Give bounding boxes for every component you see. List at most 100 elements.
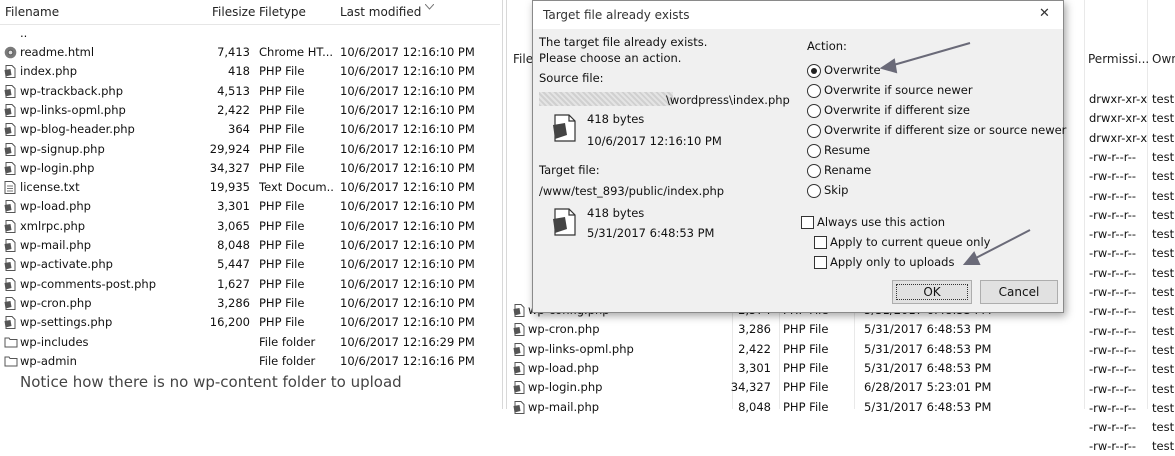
file-row[interactable]: wp-admin File folder 10/6/2017 12:16:16 PM bbox=[0, 352, 500, 371]
file-owner: test bbox=[1152, 92, 1175, 106]
file-name: wp-mail.php bbox=[20, 238, 92, 252]
file-type: PHP File bbox=[259, 160, 305, 175]
remote-file-row[interactable]: wp-cron.php 3,286 PHP File 5/31/2017 6:48:5… bbox=[507, 320, 1175, 339]
radio-button[interactable] bbox=[807, 184, 821, 198]
php-file-icon bbox=[4, 239, 16, 252]
radio-button[interactable] bbox=[807, 64, 821, 78]
column-header-filetype[interactable]: Filetype bbox=[259, 0, 306, 24]
action-option-rename[interactable]: Rename bbox=[807, 163, 1057, 179]
action-option-overwrite-if-different-size-or-source-newer[interactable]: Overwrite if different size or source ne… bbox=[807, 123, 1066, 139]
file-type: PHP File bbox=[783, 399, 829, 414]
file-row[interactable]: wp-signup.php 29,924 PHP File 10/6/2017 12:… bbox=[0, 140, 500, 159]
column-header-filename[interactable]: Filename bbox=[5, 0, 59, 24]
file-permissions: -rw-r--r-- bbox=[1089, 227, 1137, 242]
php-file-icon bbox=[513, 342, 525, 356]
file-type: File folder bbox=[259, 353, 316, 368]
file-type: PHP File bbox=[259, 199, 305, 214]
file-row[interactable]: wp-mail.php 8,048 PHP File 10/6/2017 12:16:… bbox=[0, 236, 500, 255]
remote-column-header-filename[interactable]: File bbox=[513, 48, 533, 70]
apply-queue-checkbox[interactable] bbox=[814, 236, 827, 249]
ok-button[interactable]: OK bbox=[892, 280, 972, 304]
file-size: 418 bbox=[228, 64, 250, 79]
file-row[interactable]: license.txt 19,935 Text Docum... 10/6/2017 … bbox=[0, 178, 500, 197]
file-size: 3,065 bbox=[217, 218, 250, 233]
file-row[interactable]: xmlrpc.php 3,065 PHP File 10/6/2017 12:16:1… bbox=[0, 217, 500, 236]
parent-directory-row[interactable]: .. bbox=[0, 24, 500, 43]
file-row[interactable]: wp-settings.php 16,200 PHP File 10/6/2017 1… bbox=[0, 313, 500, 332]
file-type: PHP File bbox=[259, 257, 305, 272]
remote-column-header-owner[interactable]: Own bbox=[1152, 48, 1175, 70]
source-file-path: \wordpress\index.php bbox=[666, 93, 790, 107]
remote-file-row[interactable]: wp-login.php 34,327 PHP File 6/28/2017 5:23… bbox=[507, 378, 1175, 397]
remote-row-perm[interactable]: -rw-r--r-- test bbox=[507, 437, 1175, 456]
column-header-last-modified[interactable]: Last modified bbox=[340, 0, 421, 24]
file-name: wp-cron.php bbox=[20, 295, 92, 310]
file-row[interactable]: wp-links-opml.php 2,422 PHP File 10/6/2017 … bbox=[0, 101, 500, 120]
target-file-size: 418 bytes bbox=[587, 206, 645, 220]
file-owner: test bbox=[1152, 285, 1175, 299]
file-name: wp-trackback.php bbox=[20, 83, 123, 98]
action-option-overwrite-if-different-size[interactable]: Overwrite if different size bbox=[807, 103, 1057, 119]
file-modified: 10/6/2017 12:16:10 PM bbox=[340, 180, 475, 195]
file-row[interactable]: index.php 418 PHP File 10/6/2017 12:16:10 P… bbox=[0, 62, 500, 81]
action-option-overwrite-if-source-newer[interactable]: Overwrite if source newer bbox=[807, 83, 1057, 99]
file-permissions: -rw-r--r-- bbox=[1089, 149, 1137, 164]
file-row[interactable]: wp-trackback.php 4,513 PHP File 10/6/2017 1… bbox=[0, 82, 500, 101]
file-owner: test bbox=[1152, 149, 1175, 164]
file-type: PHP File bbox=[783, 322, 829, 337]
file-name: wp-signup.php bbox=[20, 141, 105, 156]
action-option-resume[interactable]: Resume bbox=[807, 143, 1057, 159]
close-icon[interactable]: ✕ bbox=[1039, 6, 1050, 21]
file-permissions: drwxr-xr-x bbox=[1089, 111, 1147, 126]
radio-button[interactable] bbox=[807, 144, 821, 158]
file-type: PHP File bbox=[259, 238, 305, 252]
dialog-message-line1: The target file already exists. bbox=[539, 35, 708, 49]
file-row[interactable]: wp-blog-header.php 364 PHP File 10/6/2017 1… bbox=[0, 120, 500, 139]
file-row[interactable]: readme.html 7,413 Chrome HT... 10/6/2017 12… bbox=[0, 43, 500, 62]
always-use-checkbox[interactable] bbox=[801, 216, 814, 229]
action-option-overwrite[interactable]: Overwrite bbox=[807, 63, 1057, 79]
file-row[interactable]: wp-load.php 3,301 PHP File 10/6/2017 12:16:… bbox=[0, 197, 500, 216]
radio-button[interactable] bbox=[807, 84, 821, 98]
file-row[interactable]: wp-comments-post.php 1,627 PHP File 10/6/20… bbox=[0, 275, 500, 294]
radio-button[interactable] bbox=[807, 124, 821, 138]
action-option-skip[interactable]: Skip bbox=[807, 183, 1057, 199]
remote-file-row[interactable]: wp-links-opml.php 2,422 PHP File 5/31/2017 … bbox=[507, 340, 1175, 359]
file-permissions: -rw-r--r-- bbox=[1089, 169, 1137, 184]
target-file-date: 5/31/2017 6:48:53 PM bbox=[587, 226, 715, 240]
file-modified: 5/31/2017 6:48:53 PM bbox=[864, 399, 992, 414]
file-name: wp-mail.php bbox=[528, 399, 600, 414]
file-size: 3,286 bbox=[217, 295, 250, 310]
file-permissions: -rw-r--r-- bbox=[1089, 439, 1137, 454]
file-row[interactable]: wp-activate.php 5,447 PHP File 10/6/2017 12… bbox=[0, 255, 500, 274]
radio-button[interactable] bbox=[807, 164, 821, 178]
file-owner: test bbox=[1152, 439, 1175, 454]
php-file-icon bbox=[4, 277, 16, 291]
file-modified: 10/6/2017 12:16:10 PM bbox=[340, 238, 475, 252]
remote-file-row[interactable]: wp-mail.php 8,048 PHP File 5/31/2017 6:48:5… bbox=[507, 398, 1175, 417]
action-option-label: Overwrite if different size or source ne… bbox=[824, 123, 1067, 137]
remote-file-row[interactable]: wp-load.php 3,301 PHP File 5/31/2017 6:48:5… bbox=[507, 359, 1175, 378]
cancel-button[interactable]: Cancel bbox=[980, 280, 1058, 304]
action-option-label: Overwrite bbox=[824, 63, 881, 77]
php-file-icon bbox=[513, 323, 525, 337]
file-modified: 5/31/2017 6:48:53 PM bbox=[864, 360, 992, 375]
file-size: 3,301 bbox=[738, 360, 771, 375]
file-owner: test bbox=[1152, 227, 1175, 242]
file-row[interactable]: wp-cron.php 3,286 PHP File 10/6/2017 12:16:… bbox=[0, 294, 500, 313]
file-type: PHP File bbox=[783, 360, 829, 375]
source-file-label: Source file: bbox=[539, 71, 604, 85]
php-file-icon bbox=[513, 361, 525, 375]
apply-uploads-checkbox[interactable] bbox=[814, 256, 827, 269]
parent-directory-label: .. bbox=[20, 26, 28, 40]
action-label: Action: bbox=[807, 39, 847, 53]
file-type: PHP File bbox=[783, 380, 829, 395]
remote-column-header-permissions[interactable]: Permissi... bbox=[1088, 48, 1149, 70]
column-header-filesize[interactable]: Filesize bbox=[212, 0, 255, 24]
radio-button[interactable] bbox=[807, 104, 821, 118]
file-row[interactable]: wp-login.php 34,327 PHP File 10/6/2017 12:1… bbox=[0, 159, 500, 178]
remote-row-perm[interactable]: -rw-r--r-- test bbox=[507, 418, 1175, 437]
file-size: 8,048 bbox=[217, 238, 250, 252]
file-type: Chrome HT... bbox=[259, 45, 333, 59]
file-row[interactable]: wp-includes File folder 10/6/2017 12:16:29… bbox=[0, 333, 500, 352]
